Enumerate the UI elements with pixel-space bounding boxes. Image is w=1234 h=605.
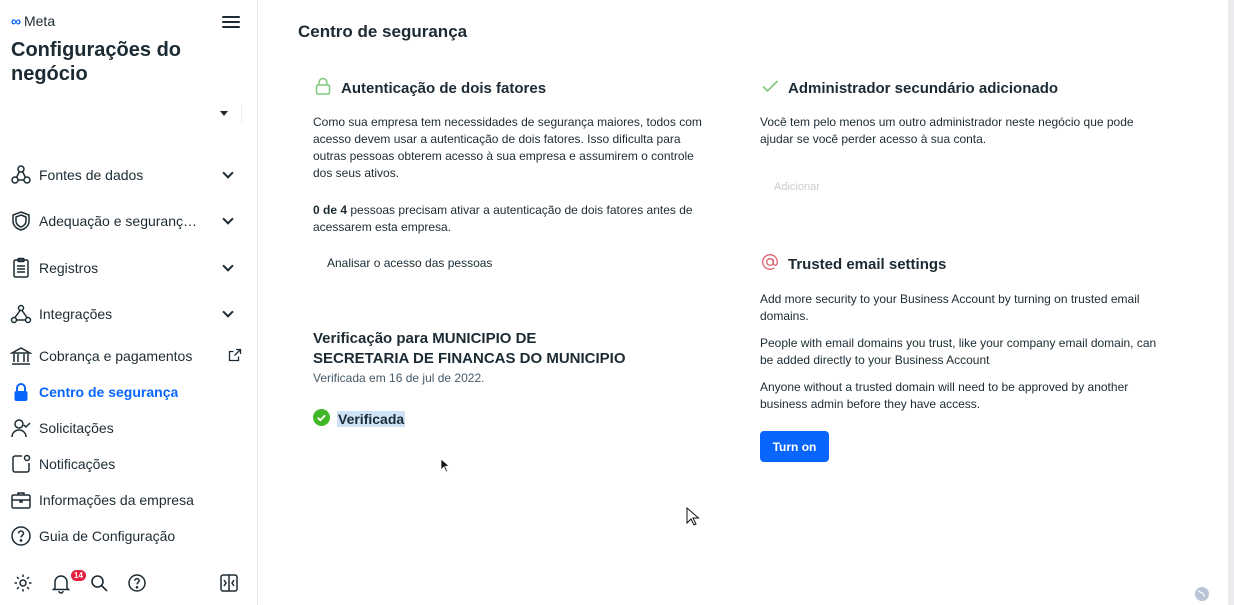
chevron-down-icon — [222, 260, 234, 272]
business-selector-dropdown[interactable] — [214, 104, 242, 124]
sidebar-item-label: Notificações — [39, 456, 116, 472]
sidebar-item-business-info[interactable]: Informações da empresa — [10, 486, 246, 514]
sidebar-item-label: Informações da empresa — [39, 492, 194, 508]
sidebar-item-label: Fontes de dados — [39, 167, 144, 183]
notification-count-badge: 14 — [71, 570, 86, 581]
help-circle-icon — [10, 525, 32, 547]
sidebar-item-brand-safety[interactable]: Adequação e segurança ... — [10, 207, 246, 235]
chevron-down-icon — [222, 213, 234, 225]
sidebar-item-label: Cobrança e pagamentos — [39, 348, 193, 364]
sidebar-item-integrations[interactable]: Integrações — [10, 300, 246, 328]
verification-card: Verificação para MUNICIPIO DE SECRETARIA… — [313, 329, 713, 429]
sidebar-item-setup-guide[interactable]: Guia de Configuração — [10, 522, 246, 550]
menu-icon[interactable] — [222, 13, 240, 31]
secondary-admin-title: Administrador secundário adicionado — [788, 79, 1059, 97]
business-settings-title: Configurações do negócio — [11, 39, 182, 85]
globe-icon[interactable] — [1193, 585, 1211, 603]
secondary-admin-header: Administrador secundário adicionado — [760, 76, 1170, 100]
gear-icon[interactable] — [12, 572, 34, 594]
help-icon[interactable] — [126, 572, 148, 594]
turn-on-button[interactable]: Turn on — [760, 431, 829, 462]
caret-down-icon — [220, 111, 228, 116]
meta-logo[interactable]: ∞ Meta — [11, 13, 55, 29]
two-factor-card: Autenticação de dois fatores Como sua em… — [313, 76, 713, 270]
briefcase-icon — [10, 489, 32, 511]
trusted-email-p3: Anyone without a trusted domain will nee… — [760, 380, 1129, 411]
checkmark-icon — [760, 76, 780, 100]
sidebar-item-label: Centro de segurança — [39, 384, 179, 400]
secondary-admin-description: Você tem pelo menos um outro administrad… — [760, 115, 1134, 146]
verification-title-line2: SECRETARIA DE FINANCAS DO MUNICIPIO — [313, 350, 626, 367]
sidebar-item-registers[interactable]: Registros — [10, 254, 246, 282]
verification-status: Verificada — [313, 409, 713, 429]
notification-icon — [10, 453, 32, 475]
add-admin-button[interactable]: Adicionar — [774, 181, 1170, 193]
trusted-email-p2: People with email domains you trust, lik… — [760, 336, 1157, 367]
collapse-sidebar-icon[interactable] — [218, 572, 240, 594]
verification-title-line1: Verificação para MUNICIPIO DE — [313, 330, 537, 347]
trusted-email-header: Trusted email settings — [760, 252, 1170, 276]
sidebar-item-label: Integrações — [39, 306, 113, 322]
chevron-down-icon — [222, 306, 234, 318]
sidebar-item-notifications[interactable]: Notificações — [10, 450, 246, 478]
two-factor-title: Autenticação de dois fatores — [341, 79, 547, 97]
bell-icon[interactable] — [50, 572, 72, 594]
person-check-icon — [10, 417, 32, 439]
brand-name: Meta — [23, 13, 56, 29]
sidebar-item-label: Guia de Configuração — [39, 528, 176, 544]
sidebar-item-label: Solicitações — [39, 420, 114, 436]
two-factor-count: 0 de 4 pessoas precisam ativar a autenti… — [313, 202, 713, 236]
trusted-email-p1: Add more security to your Business Accou… — [760, 292, 1140, 323]
lock-icon — [10, 381, 32, 403]
review-people-access-button[interactable]: Analisar o acesso das pessoas — [327, 256, 713, 270]
integrations-icon — [10, 303, 32, 325]
shield-icon — [10, 210, 32, 232]
sidebar: ∞ Meta Configurações do negócio Fontes d… — [0, 0, 258, 605]
page-title: Centro de segurança — [298, 22, 468, 41]
search-icon[interactable] — [88, 572, 110, 594]
verified-label: Verificada — [337, 411, 406, 427]
sidebar-item-requests[interactable]: Solicitações — [10, 414, 246, 442]
check-circle-icon — [313, 409, 330, 429]
bank-icon — [10, 345, 32, 367]
at-sign-icon — [760, 252, 780, 276]
trusted-email-title: Trusted email settings — [788, 255, 947, 273]
external-link-icon — [228, 348, 242, 365]
secondary-admin-card: Administrador secundário adicionado Você… — [760, 76, 1170, 194]
mouse-pointer-icon — [440, 458, 450, 473]
meta-infinity-icon: ∞ — [11, 13, 21, 29]
main-content: Centro de segurança Autenticação de dois… — [258, 0, 1234, 605]
window-edge — [1228, 0, 1234, 605]
data-sources-icon — [10, 164, 32, 186]
sidebar-footer: 14 — [12, 570, 242, 596]
sidebar-item-data-sources[interactable]: Fontes de dados — [10, 161, 246, 189]
two-factor-description: Como sua empresa tem necessidades de seg… — [313, 115, 702, 180]
verification-date: Verificada em 16 de jul de 2022. — [313, 371, 485, 385]
trusted-email-card: Trusted email settings Add more security… — [760, 252, 1170, 413]
sidebar-item-billing[interactable]: Cobrança e pagamentos — [10, 342, 246, 370]
two-factor-count-text: pessoas precisam ativar a autenticação d… — [313, 203, 693, 234]
clipboard-icon — [10, 257, 32, 279]
two-factor-count-number: 0 de 4 — [313, 203, 348, 217]
chevron-down-icon — [222, 167, 234, 179]
sidebar-item-label: Registros — [39, 260, 99, 276]
mouse-pointer-icon — [686, 507, 700, 526]
two-factor-header: Autenticação de dois fatores — [313, 76, 713, 100]
sidebar-item-security-center[interactable]: Centro de segurança — [10, 378, 246, 406]
lock-outline-icon — [313, 76, 333, 100]
sidebar-item-label: Adequação e segurança ... — [39, 213, 199, 229]
